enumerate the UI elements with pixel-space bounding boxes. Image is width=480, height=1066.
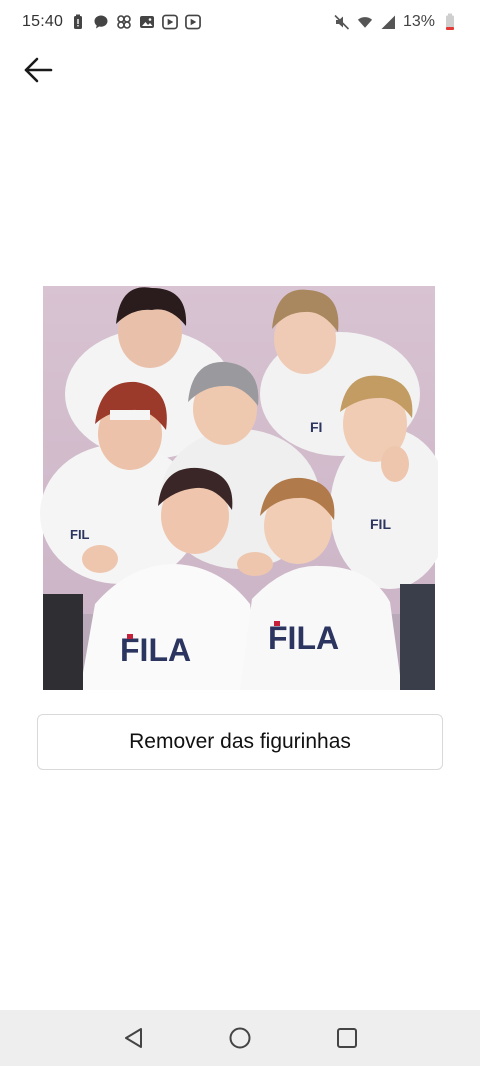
status-right: 13% [334,13,458,31]
svg-text:FIL: FIL [70,527,90,542]
group-photo: FILA FILA FI FIL FIL [40,286,438,690]
arrow-left-icon [24,57,53,83]
sticker-detail-screen: 15:40 13% FILA FILA FI FIL FIL Remover d… [0,0,480,1066]
navigation-bar [0,1010,480,1066]
sticker-image: FILA FILA FI FIL FIL [40,284,438,692]
svg-text:FIL: FIL [370,516,391,532]
gallery-icon [139,14,155,30]
wifi-icon [357,14,373,30]
signal-icon [380,14,396,30]
battery-percent: 13% [402,13,435,30]
battery-alert-icon [70,14,86,30]
media-play-icon [162,14,178,30]
battery-low-icon [442,13,458,30]
nav-back-button[interactable] [113,1018,153,1058]
status-time: 15:40 [22,13,64,30]
nav-recents-button[interactable] [327,1018,367,1058]
square-recents-icon [336,1028,357,1048]
remove-from-stickers-button[interactable]: Remover das figurinhas [37,714,443,770]
back-button[interactable] [16,50,60,90]
status-left: 15:40 [22,13,201,31]
circle-home-icon [229,1027,251,1049]
chat-bubble-icon [93,14,109,30]
triangle-back-icon [125,1028,143,1048]
status-bar: 15:40 13% [0,0,480,44]
mute-icon [334,14,350,30]
nav-home-button[interactable] [220,1018,260,1058]
pinwheel-icon [116,14,132,30]
svg-text:FI: FI [310,419,322,435]
media-play-icon [185,14,201,30]
